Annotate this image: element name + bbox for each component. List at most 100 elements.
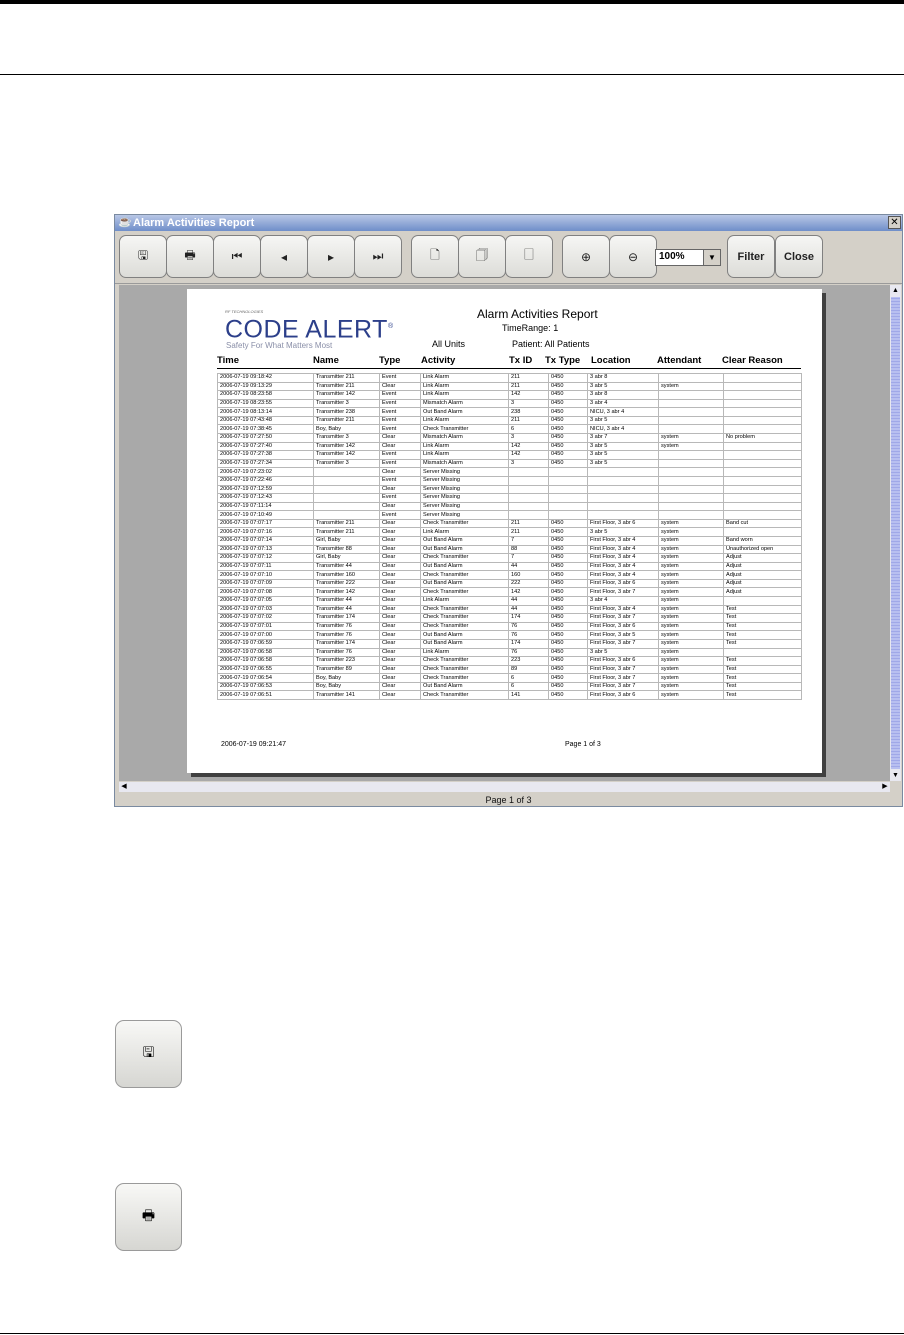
table-cell: 0450: [548, 390, 588, 400]
table-cell: 6: [508, 681, 549, 692]
vertical-scrollbar[interactable]: ▲ ▼: [890, 285, 901, 781]
table-row: 2006-07-19 07:06:58 Transmitter 76 Clear Li…: [217, 647, 802, 658]
table-cell: [658, 398, 724, 409]
table-cell: Check Transmitter: [420, 570, 509, 580]
table-cell: 0450: [548, 398, 588, 409]
table-cell: 2006-07-19 07:07:03: [217, 604, 314, 615]
filter-button[interactable]: Filter: [727, 235, 775, 278]
table-cell: 2006-07-19 07:27:50: [217, 433, 314, 443]
scroll-left-icon[interactable]: ◀: [119, 782, 129, 792]
table-cell: 2006-07-19 07:43:48: [217, 415, 314, 426]
save-icon: 🖫: [142, 1044, 155, 1060]
scroll-right-icon[interactable]: ▶: [880, 782, 890, 792]
table-cell: 3 abr 4: [587, 398, 659, 409]
table-cell: Test: [723, 621, 802, 632]
table-cell: [658, 467, 724, 477]
table-cell: 3 abr 5: [587, 647, 659, 658]
page-width-button[interactable]: 🗍: [458, 235, 506, 278]
code-alert-logo: CODE ALERT®: [225, 315, 394, 344]
table-cell: [508, 467, 549, 477]
scroll-up-icon[interactable]: ▲: [890, 285, 901, 296]
whole-page-icon: 🗌: [524, 248, 534, 262]
table-cell: 0450: [548, 621, 588, 632]
table-cell: Link Alarm: [420, 450, 509, 460]
table-cell: [658, 475, 724, 486]
table-cell: [587, 467, 659, 477]
print-button[interactable]: 🖶: [166, 235, 214, 278]
table-cell: Transmitter 211: [313, 415, 380, 426]
table-cell: First Floor, 3 abr 6: [587, 656, 659, 666]
table-cell: [658, 501, 724, 512]
table-cell: 2006-07-19 07:07:11: [217, 561, 314, 572]
vertical-scroll-thumb[interactable]: [891, 297, 900, 769]
table-cell: Band cut: [723, 518, 802, 529]
save-button[interactable]: 🖫: [119, 235, 167, 278]
table-cell: system: [658, 561, 724, 572]
table-cell: [723, 390, 802, 400]
table-row: 2006-07-19 07:07:17 Transmitter 211 Clear C…: [217, 518, 802, 529]
page-width-icon: 🗍: [476, 248, 488, 262]
table-cell: First Floor, 3 abr 4: [587, 570, 659, 580]
report-window: ☕ Alarm Activities Report ✕ 🖫 🖶 ⏮ ◂ ▸ ⏭ …: [114, 214, 903, 807]
table-cell: Clear: [379, 647, 421, 658]
window-close-button[interactable]: ✕: [888, 216, 901, 229]
zoom-value: 100%: [659, 251, 685, 262]
save-button-large[interactable]: 🖫: [115, 1020, 182, 1088]
table-cell: 2006-07-19 07:27:34: [217, 458, 314, 469]
table-cell: Unauthorized open: [723, 544, 802, 555]
print-button-large[interactable]: 🖶: [115, 1183, 182, 1251]
table-cell: [313, 493, 380, 503]
table-cell: Clear: [379, 630, 421, 640]
zoom-in-button[interactable]: ⊕: [562, 235, 610, 278]
horizontal-scrollbar[interactable]: ◀ ▶: [119, 782, 890, 792]
table-cell: 76: [508, 630, 549, 640]
zoom-out-button[interactable]: ⊖: [609, 235, 657, 278]
table-cell: Out Band Alarm: [420, 536, 509, 546]
table-cell: Transmitter 222: [313, 578, 380, 589]
table-cell: 0450: [548, 527, 588, 537]
header-rule: [0, 74, 904, 75]
table-cell: Girl, Baby: [313, 553, 380, 563]
table-cell: [723, 484, 802, 495]
chevron-down-icon[interactable]: ▼: [703, 250, 720, 265]
report-viewport[interactable]: RF TECHNOLOGIES CODE ALERT® Safety For W…: [119, 285, 890, 781]
table-row: 2006-07-19 07:07:13 Transmitter 88 Clear Ou…: [217, 544, 802, 555]
table-cell: 3 abr 7: [587, 433, 659, 443]
table-cell: Event: [379, 415, 421, 426]
table-cell: [723, 441, 802, 452]
table-cell: Clear: [379, 527, 421, 537]
whole-page-button[interactable]: 🗌: [505, 235, 553, 278]
column-header-time: Time: [217, 355, 240, 366]
report-print-date: 2006-07-19 09:21:47: [221, 741, 286, 748]
previous-page-button[interactable]: ◂: [260, 235, 308, 278]
table-cell: Link Alarm: [420, 373, 509, 383]
table-cell: 7: [508, 536, 549, 546]
table-cell: 0450: [548, 433, 588, 443]
table-cell: system: [658, 553, 724, 563]
table-cell: Check Transmitter: [420, 673, 509, 683]
table-cell: Event: [379, 510, 421, 520]
table-row: 2006-07-19 07:06:51 Transmitter 141 Clear C…: [217, 690, 802, 700]
table-cell: system: [658, 578, 724, 589]
table-cell: [587, 475, 659, 486]
table-cell: Transmitter 142: [313, 587, 380, 598]
close-button[interactable]: Close: [775, 235, 823, 278]
table-cell: [508, 510, 549, 520]
next-page-button[interactable]: ▸: [307, 235, 355, 278]
last-page-button[interactable]: ⏭: [354, 235, 402, 278]
table-cell: 0450: [548, 613, 588, 623]
first-page-button[interactable]: ⏮: [213, 235, 261, 278]
scroll-down-icon[interactable]: ▼: [890, 770, 901, 781]
report-time-range: TimeRange: 1: [502, 323, 559, 333]
table-row: 2006-07-19 07:12:59 Clear Server Missing: [217, 484, 802, 495]
zoom-select[interactable]: 100% ▼: [655, 249, 721, 266]
table-row: 2006-07-19 08:23:58 Transmitter 142 Event L…: [217, 390, 802, 400]
table-cell: Event: [379, 373, 421, 383]
table-cell: 0450: [548, 604, 588, 615]
table-cell: Transmitter 44: [313, 604, 380, 615]
table-cell: 0450: [548, 561, 588, 572]
page-view-button[interactable]: 🗋: [411, 235, 459, 278]
table-cell: 0450: [548, 690, 588, 700]
table-cell: [658, 424, 724, 435]
top-rule: [0, 0, 904, 4]
